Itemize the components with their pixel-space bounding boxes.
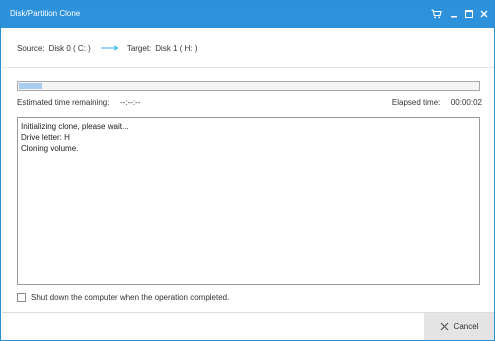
- log-line: Drive letter: H: [21, 133, 70, 142]
- elapsed-time-value: 00:00:02: [450, 98, 482, 107]
- close-x-icon: [440, 322, 449, 331]
- log-line: Cloning volume.: [21, 144, 79, 153]
- clone-dialog: Disk/Partition Clone Source: Disk 0 (C:…: [0, 0, 495, 341]
- maximize-icon[interactable]: [462, 7, 476, 21]
- log-panel[interactable]: Initializing clone, please wait... Drive…: [17, 117, 480, 285]
- cancel-button[interactable]: Cancel: [424, 313, 494, 340]
- elapsed-time-label: Elapsed time:: [391, 98, 441, 107]
- time-row: Estimated time remaining: --:--:-- Elaps…: [17, 97, 484, 109]
- source-label: Source:: [17, 43, 45, 53]
- estimated-time-value: --:--:--: [119, 98, 141, 107]
- cancel-label: Cancel: [453, 322, 479, 331]
- shutdown-label: Shut down the computer when the operatio…: [31, 292, 230, 302]
- progress-fill: [19, 83, 42, 89]
- cart-icon[interactable]: [429, 7, 443, 21]
- target-label: Target:: [126, 43, 152, 53]
- source-value: Disk 0 ( C: ): [48, 43, 91, 53]
- close-icon[interactable]: [477, 7, 491, 21]
- shutdown-option[interactable]: Shut down the computer when the operatio…: [17, 291, 229, 303]
- estimated-time-label: Estimated time remaining:: [17, 98, 110, 107]
- source-target-row: Source: Disk 0 ( C: ) Target: Disk 1 ( H…: [17, 42, 198, 54]
- divider: [2, 67, 494, 68]
- elapsed-time: Elapsed time: 00:00:02: [392, 97, 482, 108]
- shutdown-checkbox[interactable]: [17, 292, 26, 302]
- progress-bar: [17, 81, 480, 91]
- minimize-icon[interactable]: [447, 7, 461, 21]
- footer-divider: [2, 312, 494, 313]
- estimated-time: Estimated time remaining: --:--:--: [17, 97, 140, 108]
- title-bar: Disk/Partition Clone: [1, 1, 494, 28]
- window-title: Disk/Partition Clone: [10, 9, 81, 18]
- log-line: Initializing clone, please wait...: [21, 122, 129, 131]
- arrow-right-icon: [100, 45, 119, 51]
- target-value: Disk 1 ( H: ): [155, 43, 198, 53]
